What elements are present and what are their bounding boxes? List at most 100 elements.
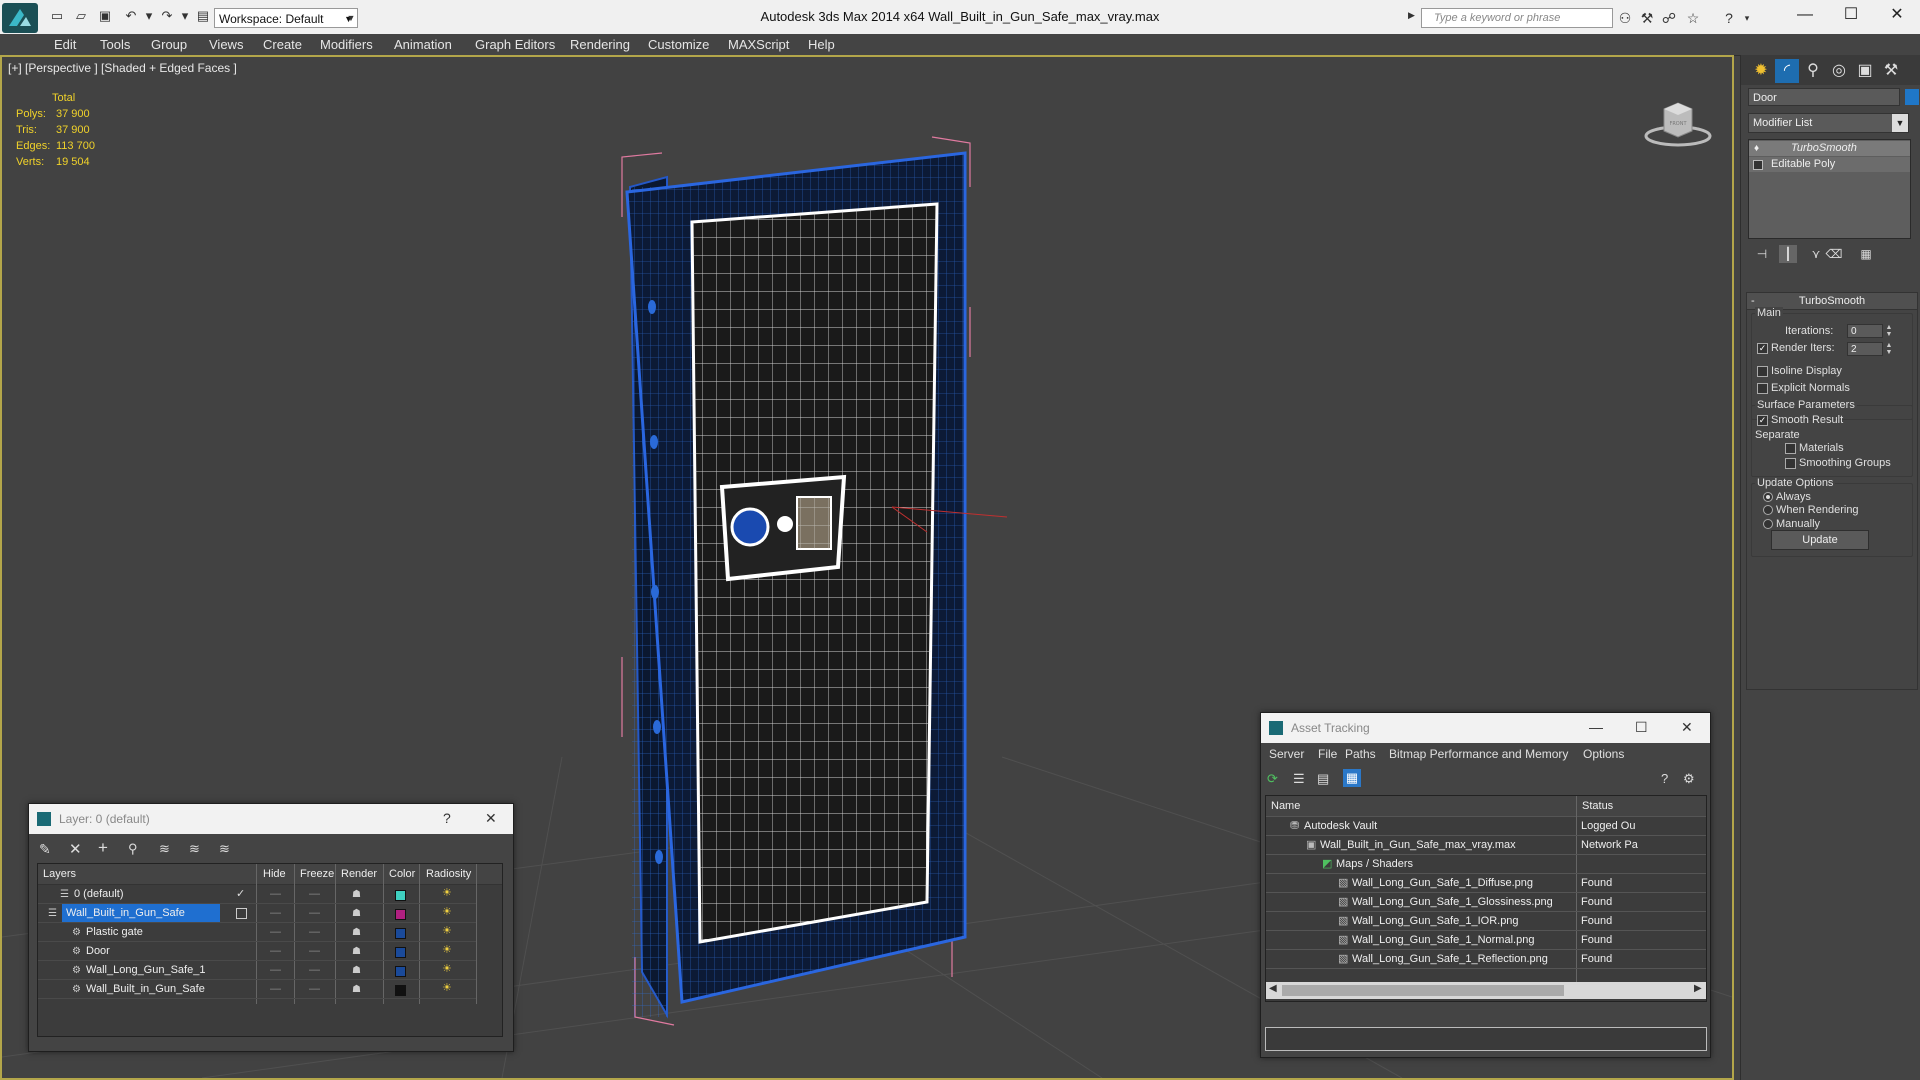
render-teapot-icon[interactable]: ☗ (352, 980, 361, 999)
column-layers[interactable]: Layers (43, 868, 76, 880)
close-icon[interactable]: ✕ (1681, 719, 1693, 736)
scroll-right-icon[interactable]: ▶ (1694, 983, 1702, 994)
asset-row[interactable]: ▧ Wall_Long_Gun_Safe_1_Reflection.png Foun… (1266, 950, 1706, 969)
hide-toggle[interactable]: — (270, 980, 281, 999)
column-status[interactable]: Status (1582, 800, 1613, 812)
minimize-icon[interactable]: — (1589, 719, 1603, 735)
radiosity-icon[interactable]: ☀ (442, 922, 452, 941)
radiosity-icon[interactable]: ☀ (442, 960, 452, 979)
radiosity-icon[interactable]: ☀ (442, 903, 452, 922)
render-iters-spinner[interactable]: 2 (1847, 342, 1883, 356)
layer-color-swatch[interactable] (395, 966, 406, 977)
asset-menu-file[interactable]: File (1318, 747, 1337, 761)
layer-color-swatch[interactable] (395, 890, 406, 901)
render-teapot-icon[interactable]: ☗ (352, 961, 361, 980)
table-view-icon[interactable]: ▤ (1317, 771, 1329, 787)
minimize-icon[interactable]: — (1782, 0, 1828, 30)
radiosity-icon[interactable]: ☀ (442, 979, 452, 998)
freeze-toggle[interactable]: — (309, 980, 320, 999)
asset-row[interactable]: ◩ Maps / Shaders (1266, 855, 1706, 874)
create-layer-icon[interactable]: ✎ (39, 841, 51, 858)
asset-menu-bitmap-performance[interactable]: Bitmap Performance and Memory (1389, 747, 1568, 761)
layer-row[interactable]: ☰ Wall_Built_in_Gun_Safe — — ☗ ☀ (38, 904, 476, 923)
object-color-swatch[interactable] (1905, 89, 1919, 105)
menu-edit[interactable]: Edit (54, 37, 76, 52)
render-teapot-icon[interactable]: ☗ (352, 942, 361, 961)
layer-color-swatch[interactable] (395, 985, 406, 996)
asset-path-field[interactable] (1265, 1027, 1707, 1051)
menu-rendering[interactable]: Rendering (570, 37, 630, 52)
asset-row[interactable]: ▧ Wall_Long_Gun_Safe_1_Glossiness.png Foun… (1266, 893, 1706, 912)
radiosity-icon[interactable]: ☀ (442, 884, 452, 903)
hide-toggle[interactable]: — (270, 885, 281, 904)
freeze-all-layers-icon[interactable]: ≋ (219, 841, 230, 857)
column-hide[interactable]: Hide (263, 868, 286, 880)
manually-radio[interactable] (1763, 519, 1773, 529)
freeze-toggle[interactable]: — (309, 885, 320, 904)
asset-row[interactable]: ▧ Wall_Long_Gun_Safe_1_IOR.png Found (1266, 912, 1706, 931)
select-layer-objects-icon[interactable]: ⚲ (128, 841, 138, 857)
grid-view-icon[interactable]: ▦ (1343, 769, 1361, 787)
favorites-star-icon[interactable]: ☆ (1684, 9, 1702, 27)
explicit-normals-checkbox[interactable] (1757, 383, 1768, 394)
layer-color-swatch[interactable] (395, 928, 406, 939)
layer-color-swatch[interactable] (395, 909, 406, 920)
make-active-box-icon[interactable] (236, 908, 247, 919)
column-name[interactable]: Name (1271, 800, 1300, 812)
make-unique-icon[interactable]: ⋎ (1807, 245, 1825, 263)
list-view-icon[interactable]: ☰ (1293, 771, 1305, 787)
help-dropdown-icon[interactable]: ▾ (1738, 9, 1756, 27)
stack-item-editable-poly[interactable]: Editable Poly (1749, 157, 1910, 172)
freeze-toggle[interactable]: — (309, 942, 320, 961)
delete-layer-icon[interactable]: ✕ (69, 840, 82, 858)
help-icon[interactable]: ? (443, 810, 451, 826)
hide-toggle[interactable]: — (270, 923, 281, 942)
smooth-result-checkbox[interactable]: ✓ (1757, 415, 1768, 426)
update-button[interactable]: Update (1771, 530, 1869, 550)
maximize-icon[interactable]: ☐ (1635, 719, 1648, 736)
spinner-arrows-icon[interactable]: ▲ ▼ (1885, 342, 1893, 356)
asset-window-titlebar[interactable]: Asset Tracking — ☐ ✕ (1261, 713, 1710, 743)
iterations-spinner[interactable]: 0 (1847, 324, 1883, 338)
render-iters-checkbox[interactable]: ✓ (1757, 343, 1768, 354)
layer-row[interactable]: ⚙ Door — — ☗ ☀ (38, 942, 476, 961)
menu-help[interactable]: Help (808, 37, 835, 52)
hide-toggle[interactable]: — (270, 942, 281, 961)
show-end-result-icon[interactable]: ┃ (1779, 245, 1797, 263)
menu-customize[interactable]: Customize (648, 37, 709, 52)
menu-tools[interactable]: Tools (100, 37, 130, 52)
add-to-layer-icon[interactable]: + (98, 838, 108, 858)
pin-stack-icon[interactable]: ⊣ (1753, 245, 1771, 263)
layer-row[interactable]: ⚙ Plastic gate — — ☗ ☀ (38, 923, 476, 942)
layer-row[interactable]: ⚙ Wall_Long_Gun_Safe_1 — — ☗ ☀ (38, 961, 476, 980)
create-tab-icon[interactable]: ✹ (1749, 59, 1773, 83)
close-icon[interactable]: ✕ (485, 810, 497, 827)
when-rendering-radio[interactable] (1763, 505, 1773, 515)
utilities-tab-icon[interactable]: ⚒ (1879, 59, 1903, 83)
menu-animation[interactable]: Animation (394, 37, 452, 52)
layer-color-swatch[interactable] (395, 947, 406, 958)
spinner-arrows-icon[interactable]: ▲ ▼ (1885, 324, 1893, 338)
freeze-toggle[interactable]: — (309, 961, 320, 980)
menu-group[interactable]: Group (151, 37, 187, 52)
freeze-toggle[interactable]: — (309, 923, 320, 942)
menu-modifiers[interactable]: Modifiers (320, 37, 373, 52)
help-icon[interactable]: ? (1661, 771, 1668, 786)
subscription-icon[interactable]: ⚒ (1638, 9, 1656, 27)
motion-tab-icon[interactable]: ◎ (1827, 59, 1851, 83)
modifier-list-dropdown[interactable]: Modifier List ▼ (1748, 113, 1909, 133)
modify-tab-icon[interactable]: ◜ (1775, 59, 1799, 83)
menu-views[interactable]: Views (209, 37, 243, 52)
close-icon[interactable]: ✕ (1874, 0, 1920, 30)
render-teapot-icon[interactable]: ☗ (352, 923, 361, 942)
column-radiosity[interactable]: Radiosity (426, 868, 471, 880)
hide-toggle[interactable]: — (270, 904, 281, 923)
lightbulb-icon[interactable]: ♦ (1754, 141, 1759, 156)
layer-window-titlebar[interactable]: Layer: 0 (default) ? ✕ (29, 804, 513, 834)
asset-row[interactable]: ▣ Wall_Built_in_Gun_Safe_max_vray.max Netw… (1266, 836, 1706, 855)
hierarchy-tab-icon[interactable]: ⚲ (1801, 59, 1825, 83)
hide-all-layers-icon[interactable]: ≋ (189, 841, 200, 857)
highlight-layer-icon[interactable]: ≋ (159, 841, 170, 857)
always-radio[interactable] (1763, 492, 1773, 502)
horizontal-scrollbar[interactable]: ◀ ▶ (1266, 982, 1706, 999)
